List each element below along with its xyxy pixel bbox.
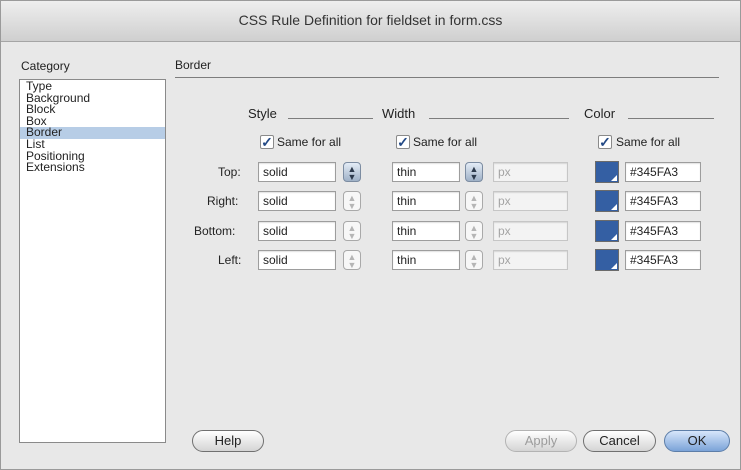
- category-item-extensions[interactable]: Extensions: [20, 161, 165, 174]
- width-header-rule: [429, 118, 569, 119]
- style-column-header: Style: [248, 106, 277, 121]
- style-same-for-all-label: Same for all: [277, 135, 342, 149]
- top-width-stepper-icon[interactable]: ▲ ▼: [465, 162, 483, 182]
- checkmark-icon: ✓: [261, 134, 273, 150]
- color-column-header: Color: [584, 106, 616, 121]
- title-bar: CSS Rule Definition for fieldset in form…: [1, 1, 740, 42]
- left-width-unit-select[interactable]: px: [493, 250, 568, 270]
- window-title: CSS Rule Definition for fieldset in form…: [238, 12, 503, 28]
- top-width-unit-select[interactable]: px: [493, 162, 568, 182]
- checkmark-icon: ✓: [599, 134, 611, 150]
- category-list[interactable]: Type Background Block Box Border List Po…: [19, 79, 166, 443]
- right-width-stepper-icon[interactable]: ▲ ▼: [465, 191, 483, 211]
- bottom-color-swatch-icon[interactable]: [595, 220, 619, 242]
- width-same-for-all-label: Same for all: [413, 135, 478, 149]
- top-style-select[interactable]: solid: [258, 162, 336, 182]
- checkmark-icon: ✓: [397, 134, 409, 150]
- help-button[interactable]: Help: [192, 430, 264, 452]
- panel-heading: Border: [175, 58, 212, 72]
- row-label-right: Right:: [207, 194, 239, 208]
- panel-divider: [175, 77, 719, 78]
- left-style-select[interactable]: solid: [258, 250, 336, 270]
- color-same-for-all-label: Same for all: [616, 135, 681, 149]
- bottom-width-unit-select[interactable]: px: [493, 221, 568, 241]
- left-width-stepper-icon[interactable]: ▲ ▼: [465, 250, 483, 270]
- bottom-width-stepper-icon[interactable]: ▲ ▼: [465, 221, 483, 241]
- right-color-input[interactable]: #345FA3: [625, 191, 701, 211]
- row-label-left: Left:: [218, 253, 242, 267]
- right-style-select[interactable]: solid: [258, 191, 336, 211]
- right-style-stepper-icon[interactable]: ▲ ▼: [343, 191, 361, 211]
- left-color-swatch-icon[interactable]: [595, 249, 619, 271]
- style-same-for-all-checkbox[interactable]: ✓: [260, 135, 274, 149]
- right-color-swatch-icon[interactable]: [595, 190, 619, 212]
- apply-button[interactable]: Apply: [505, 430, 577, 452]
- left-style-stepper-icon[interactable]: ▲ ▼: [343, 250, 361, 270]
- right-width-unit-select[interactable]: px: [493, 191, 568, 211]
- top-color-swatch-icon[interactable]: [595, 161, 619, 183]
- row-label-top: Top:: [218, 165, 241, 179]
- ok-button[interactable]: OK: [664, 430, 730, 452]
- width-same-for-all-checkbox[interactable]: ✓: [396, 135, 410, 149]
- top-width-input[interactable]: thin: [392, 162, 460, 182]
- width-column-header: Width: [382, 106, 416, 121]
- left-width-input[interactable]: thin: [392, 250, 460, 270]
- top-color-input[interactable]: #345FA3: [625, 162, 701, 182]
- bottom-style-select[interactable]: solid: [258, 221, 336, 241]
- bottom-color-input[interactable]: #345FA3: [625, 221, 701, 241]
- bottom-width-input[interactable]: thin: [392, 221, 460, 241]
- style-header-rule: [288, 118, 373, 119]
- top-style-stepper-icon[interactable]: ▲ ▼: [343, 162, 361, 182]
- cancel-button[interactable]: Cancel: [583, 430, 656, 452]
- left-color-input[interactable]: #345FA3: [625, 250, 701, 270]
- bottom-style-stepper-icon[interactable]: ▲ ▼: [343, 221, 361, 241]
- row-label-bottom: Bottom:: [194, 224, 236, 238]
- color-same-for-all-checkbox[interactable]: ✓: [598, 135, 612, 149]
- category-heading: Category: [21, 59, 70, 73]
- color-header-rule: [628, 118, 714, 119]
- css-rule-definition-dialog: CSS Rule Definition for fieldset in form…: [0, 0, 741, 470]
- right-width-input[interactable]: thin: [392, 191, 460, 211]
